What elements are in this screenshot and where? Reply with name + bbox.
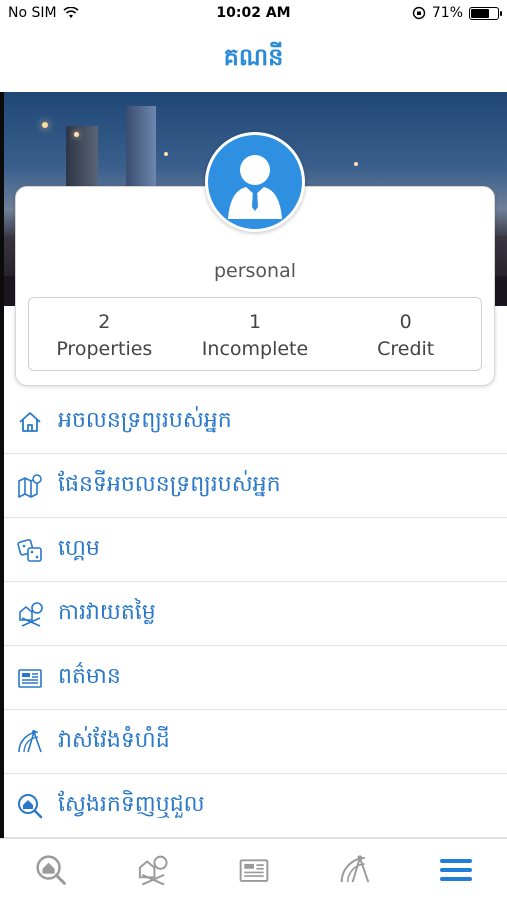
- stat-label: Properties: [56, 338, 153, 360]
- valuation-icon: [138, 855, 168, 885]
- dice-icon: [16, 536, 44, 564]
- tab-news[interactable]: [203, 839, 304, 900]
- valuation-icon: [16, 600, 44, 628]
- search-home-icon: [36, 854, 66, 885]
- tab-search[interactable]: [0, 839, 101, 900]
- stat-credit[interactable]: 0 Credit: [330, 298, 481, 370]
- menu-icon: [440, 858, 473, 881]
- user-icon: [228, 155, 282, 219]
- profile-name: personal: [213, 260, 297, 282]
- menu-item-search-buy-rent[interactable]: ស្វែងរកទិញឬជួល: [4, 774, 507, 838]
- news-icon: [16, 664, 44, 692]
- avatar[interactable]: [205, 132, 305, 232]
- status-right: 71%: [412, 5, 502, 21]
- menu-item-valuation[interactable]: ការវាយតម្លៃ: [4, 582, 507, 646]
- menu-item-label: អចលនទ្រព្យរបស់អ្នក: [58, 407, 232, 433]
- measure-icon: [16, 728, 44, 756]
- orientation-lock-icon: [412, 6, 426, 20]
- menu-item-label: ស្វែងរកទិញឬជួល: [58, 791, 205, 817]
- tab-measure[interactable]: [304, 839, 405, 900]
- stat-label: Incomplete: [201, 338, 309, 360]
- map-icon: [16, 472, 44, 500]
- menu-item-label: វាស់វែងទំហំដី: [58, 727, 170, 753]
- stat-incomplete[interactable]: 1 Incomplete: [180, 298, 331, 370]
- menu-item-news[interactable]: ពត៌មាន: [4, 646, 507, 710]
- tab-bar: [0, 838, 507, 900]
- stat-label: Credit: [377, 338, 435, 360]
- stat-properties[interactable]: 2 Properties: [29, 298, 180, 370]
- menu-item-property-map[interactable]: ផែនទីអចលនទ្រព្យរបស់អ្នក: [4, 454, 507, 518]
- stat-value: 0: [399, 311, 412, 333]
- measure-icon: [340, 854, 370, 882]
- menu-item-label: ពត៌មាន: [58, 663, 121, 689]
- news-icon: [239, 858, 268, 882]
- status-bar: No SIM 10:02 AM 71%: [0, 0, 507, 26]
- menu-item-my-properties[interactable]: អចលនទ្រព្យរបស់អ្នក: [4, 390, 507, 454]
- battery-icon: [469, 6, 502, 20]
- menu-item-land-measure[interactable]: វាស់វែងទំហំដី: [4, 710, 507, 774]
- menu-item-label: ការវាយតម្លៃ: [58, 599, 156, 625]
- menu-item-label: ហ្គេម: [58, 535, 100, 561]
- menu-item-label: ផែនទីអចលនទ្រព្យរបស់អ្នក: [58, 471, 281, 497]
- stat-value: 2: [98, 311, 111, 333]
- page-title: គណនី: [223, 42, 284, 71]
- search-home-icon: [16, 792, 44, 820]
- menu-item-games[interactable]: ហ្គេម: [4, 518, 507, 582]
- tab-menu[interactable]: [406, 839, 507, 900]
- stat-value: 1: [248, 311, 262, 333]
- home-icon: [16, 408, 44, 436]
- battery-percent: 71%: [431, 5, 463, 21]
- menu-list: អចលនទ្រព្យរបស់អ្នក ផែនទីអចលនទ្រព្យរបស់អ្…: [4, 390, 507, 838]
- tab-valuation[interactable]: [101, 839, 202, 900]
- stats-box: 2 Properties 1 Incomplete 0 Credit: [28, 297, 482, 371]
- app-header: គណនី: [0, 26, 507, 92]
